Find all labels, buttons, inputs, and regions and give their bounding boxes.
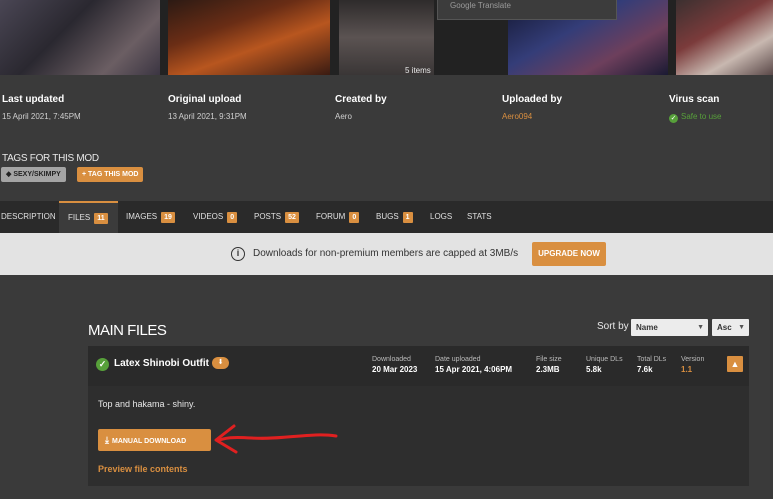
- meta-value: 1.1: [681, 365, 693, 374]
- collapse-chevron-up-icon[interactable]: ▲: [727, 356, 743, 372]
- mod-tabs: DESCRIPTION FILES 11 IMAGES 19 VIDEOS 0 POS…: [0, 201, 773, 233]
- meta-label: Total DLs: [637, 356, 667, 363]
- tag-sexy-skimpy[interactable]: ◆ SEXY/SKIMPY: [1, 167, 66, 182]
- meta-label: Downloaded: [372, 356, 411, 363]
- stat-label: Original upload: [168, 94, 242, 105]
- meta-label: File size: [536, 356, 562, 363]
- tab-description[interactable]: DESCRIPTION: [0, 201, 58, 233]
- mod-stats: Last updated 15 April 2021, 7:45PM Origi…: [0, 85, 773, 141]
- meta-value: 2.3MB: [536, 365, 560, 374]
- red-arrow-annotation: [214, 424, 338, 454]
- meta-label: Date uploaded: [435, 356, 481, 363]
- manual-download-button[interactable]: ⤓ MANUAL DOWNLOAD: [98, 429, 211, 451]
- file-meta-file-size: File size 2.3MB: [536, 356, 562, 374]
- sort-order-select[interactable]: Asc ▼: [712, 319, 749, 336]
- chevron-down-icon: ▼: [697, 324, 704, 331]
- stat-value: 13 April 2021, 9:31PM: [168, 112, 247, 121]
- google-translate-popup[interactable]: Google Translate: [437, 0, 617, 20]
- translate-popup-label: Google Translate: [450, 1, 511, 10]
- tab-label: STATS: [467, 212, 492, 221]
- info-icon: i: [231, 247, 245, 261]
- stat-created-by: Created by Aero: [335, 94, 387, 121]
- tab-label: FILES: [68, 213, 91, 222]
- virus-scan-text: Safe to use: [681, 112, 722, 121]
- stat-original-upload: Original upload 13 April 2021, 9:31PM: [168, 94, 247, 121]
- tab-stats[interactable]: STATS: [467, 201, 499, 233]
- stat-last-updated: Last updated 15 April 2021, 7:45PM: [2, 94, 81, 121]
- tab-videos[interactable]: VIDEOS 0: [193, 201, 245, 233]
- upgrade-now-button[interactable]: UPGRADE NOW: [532, 242, 606, 266]
- tab-badge: 0: [227, 212, 238, 223]
- tab-bugs[interactable]: BUGS 1: [376, 201, 421, 233]
- file-header[interactable]: ✓ Latex Shinobi Outfit ⬇ Downloaded 20 M…: [88, 346, 749, 386]
- file-name: Latex Shinobi Outfit: [114, 358, 209, 369]
- meta-value: 15 Apr 2021, 4:06PM: [435, 365, 513, 374]
- tab-badge: 1: [402, 212, 413, 223]
- tags-title: TAGS FOR THIS MOD: [2, 153, 99, 164]
- tag-label: SEXY/SKIMPY: [13, 171, 61, 178]
- notice-message: Downloads for non-premium members are ca…: [253, 248, 519, 259]
- tab-badge: 52: [285, 212, 299, 223]
- cloud-download-icon[interactable]: ⬇: [212, 357, 229, 369]
- sort-label: Sort by: [597, 321, 629, 332]
- tab-badge: 11: [94, 213, 108, 224]
- stat-label: Uploaded by: [502, 94, 563, 105]
- sort-order-value: Asc: [717, 323, 732, 332]
- download-icon: ⤓: [105, 435, 109, 445]
- meta-value: 7.6k: [637, 365, 653, 374]
- tab-label: BUGS: [376, 212, 399, 221]
- file-meta-unique-dls: Unique DLs 5.8k: [586, 356, 623, 374]
- main-files-title: MAIN FILES: [88, 322, 167, 339]
- file-meta-total-dls: Total DLs 7.6k: [637, 356, 666, 374]
- file-meta-date-uploaded: Date uploaded 15 Apr 2021, 4:06PM: [435, 356, 512, 374]
- uploader-link[interactable]: Aero094: [502, 112, 562, 121]
- tag-this-mod-button[interactable]: + TAG THIS MOD: [77, 167, 144, 182]
- download-speed-notice: i Downloads for non-premium members are …: [0, 233, 773, 275]
- tab-label: FORUM: [316, 212, 346, 221]
- tab-posts[interactable]: POSTS 52: [254, 201, 308, 233]
- gallery-thumbnail[interactable]: [339, 0, 434, 75]
- check-icon: ✓: [669, 114, 678, 123]
- stat-label: Virus scan: [669, 94, 720, 105]
- gallery-thumbnail[interactable]: [0, 0, 160, 75]
- gallery-thumbnail[interactable]: [168, 0, 330, 75]
- stat-label: Last updated: [2, 94, 65, 105]
- meta-value: 20 Mar 2023: [372, 365, 418, 374]
- tab-label: VIDEOS: [193, 212, 224, 221]
- stat-virus-scan: Virus scan ✓ Safe to use: [669, 94, 721, 123]
- virus-scan-status: ✓ Safe to use: [669, 112, 721, 123]
- tab-logs[interactable]: LOGS: [430, 201, 460, 233]
- tab-badge: 19: [161, 212, 175, 223]
- stat-uploaded-by: Uploaded by Aero094: [502, 94, 562, 121]
- downloaded-check-icon: ✓: [96, 358, 109, 371]
- stat-label: Created by: [335, 94, 387, 105]
- gallery-items-count: 5 items: [405, 66, 431, 75]
- tab-label: POSTS: [254, 212, 282, 221]
- manual-download-label: MANUAL DOWNLOAD: [111, 438, 187, 445]
- image-gallery: 5 items Google Translate: [0, 0, 773, 75]
- meta-label: Unique DLs: [586, 356, 623, 363]
- tab-label: IMAGES: [126, 212, 158, 221]
- file-meta-version: Version 1.1: [681, 356, 704, 374]
- tab-images[interactable]: IMAGES 19: [126, 201, 184, 233]
- tab-label: DESCRIPTION: [1, 212, 56, 221]
- tab-badge: 0: [349, 212, 360, 223]
- tab-files[interactable]: FILES 11: [59, 201, 118, 233]
- sort-field-select[interactable]: Name ▼: [631, 319, 708, 336]
- chevron-down-icon: ▼: [738, 324, 745, 331]
- meta-label: Version: [681, 356, 705, 363]
- gallery-thumbnail[interactable]: [676, 0, 773, 75]
- stat-value: 15 April 2021, 7:45PM: [2, 112, 81, 121]
- stat-value: Aero: [335, 112, 352, 121]
- tag-add-label: TAG THIS MOD: [88, 171, 139, 178]
- meta-value: 5.8k: [586, 365, 602, 374]
- file-body: Top and hakama - shiny. ⤓ MANUAL DOWNLOAD…: [88, 386, 749, 486]
- tab-forum[interactable]: FORUM 0: [316, 201, 366, 233]
- file-description: Top and hakama - shiny.: [98, 399, 196, 409]
- preview-file-contents-link[interactable]: Preview file contents: [98, 464, 188, 474]
- file-meta-downloaded: Downloaded 20 Mar 2023: [372, 356, 417, 374]
- tab-label: LOGS: [430, 212, 453, 221]
- sort-field-value: Name: [636, 323, 658, 332]
